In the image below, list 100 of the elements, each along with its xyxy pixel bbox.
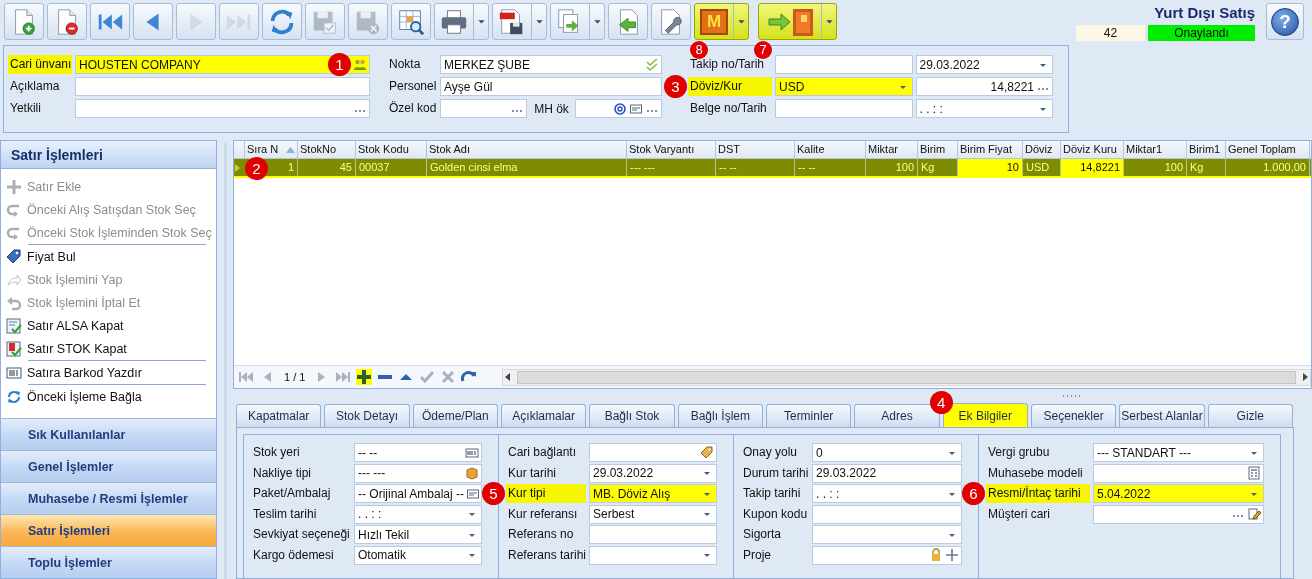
toolbar-button[interactable] <box>262 3 302 40</box>
input-field[interactable] <box>1093 463 1264 483</box>
action-item[interactable]: Satır ALSA Kapat <box>6 314 216 337</box>
dropdown-field[interactable]: 29.03.2022 <box>589 463 717 483</box>
tab[interactable]: Seçenekler <box>1030 404 1117 427</box>
input-field[interactable]: -- Orijinal Ambalaj -- <box>354 484 482 503</box>
input-field[interactable] <box>812 545 962 565</box>
dropdown-caret-icon[interactable] <box>534 17 544 26</box>
nav-group-button[interactable]: Sık Kullanılanlar <box>1 418 216 450</box>
tab[interactable]: Terminler <box>765 404 852 427</box>
box-icon[interactable] <box>465 466 479 480</box>
input-field[interactable]: HOUSTEN COMPANY 1 <box>75 55 370 74</box>
input-field[interactable] <box>440 99 528 118</box>
dropdown-caret-icon[interactable] <box>824 17 834 26</box>
column-header[interactable]: Genel Toplam <box>1226 141 1310 158</box>
nav-group-button[interactable]: Muhasebe / Resmi İşlemler <box>1 482 216 514</box>
input-field[interactable] <box>775 55 913 74</box>
toolbar-button[interactable] <box>47 3 87 40</box>
dropdown-field[interactable]: Hızlı Tekil <box>354 525 482 544</box>
dropdown-field[interactable]: . . : : <box>812 484 962 503</box>
card-icon[interactable] <box>466 486 481 501</box>
input-field[interactable]: MERKEZ ŞUBE <box>440 55 662 74</box>
card-icon[interactable] <box>629 101 643 116</box>
column-header[interactable]: Stok Adı <box>427 141 627 158</box>
tab[interactable]: Stok Detayı <box>324 404 410 427</box>
action-item[interactable]: Fiyat Bul <box>6 245 216 268</box>
input-field[interactable] <box>775 99 913 118</box>
dropdown-caret-icon[interactable] <box>736 17 746 26</box>
tab[interactable]: Kapatmalar <box>236 404 322 427</box>
column-header[interactable]: Miktar1 <box>1124 141 1187 158</box>
input-field[interactable]: 29.03.2022 <box>812 463 962 483</box>
toolbar-button[interactable] <box>4 3 44 40</box>
tag-icon[interactable] <box>700 445 714 460</box>
checkmark-icon[interactable] <box>645 57 659 72</box>
column-header[interactable]: Kalite <box>795 141 866 158</box>
dropdown-caret-icon[interactable] <box>592 17 602 26</box>
field-label: Müşteri cari <box>987 505 1051 523</box>
splitter-grip-icon[interactable] <box>1062 393 1082 398</box>
action-item[interactable]: Önceki İşleme Bağla <box>6 385 216 408</box>
input-field[interactable] <box>75 77 370 96</box>
column-header[interactable]: Birim1 <box>1187 141 1226 158</box>
column-header[interactable]: DST <box>716 141 795 158</box>
nav-group-button[interactable]: Toplu İşlemler <box>1 546 216 578</box>
tab[interactable]: Bağlı İşlem <box>677 404 763 427</box>
input-field[interactable] <box>574 99 662 118</box>
column-header[interactable]: Stok Varyantı <box>627 141 716 158</box>
column-header[interactable]: Birim <box>918 141 958 158</box>
scroll-right-icon[interactable] <box>1300 372 1310 382</box>
dropdown-field[interactable]: MB. Döviz Alış <box>589 484 717 503</box>
lock-icon[interactable] <box>929 548 943 562</box>
barcode-icon[interactable] <box>465 445 479 460</box>
dropdown-field[interactable]: Serbest <box>589 504 717 524</box>
toolbar-button[interactable] <box>758 3 837 40</box>
column-header[interactable]: Miktar <box>866 141 918 158</box>
dropdown-field[interactable]: 0 <box>812 443 962 462</box>
toolbar-button[interactable] <box>492 3 547 40</box>
input-field[interactable] <box>589 443 717 462</box>
calculator-icon[interactable] <box>1247 466 1261 480</box>
nav-group-button[interactable]: Satır İşlemleri <box>1 514 216 546</box>
input-field[interactable] <box>812 504 962 524</box>
pencil-icon[interactable] <box>1247 507 1261 521</box>
dropdown-field[interactable] <box>812 525 962 544</box>
toolbar-button[interactable] <box>434 3 489 40</box>
tab[interactable]: Açıklamalar <box>501 404 587 427</box>
tab[interactable]: Gizle <box>1207 404 1293 427</box>
tab[interactable]: Serbest Alanlar <box>1119 404 1205 427</box>
dropdown-caret-icon[interactable] <box>476 17 486 26</box>
input-field[interactable]: --- --- <box>354 463 482 483</box>
navigator-button[interactable] <box>356 369 373 385</box>
action-item[interactable]: Satıra Barkod Yazdır <box>6 361 216 384</box>
column-header[interactable]: Döviz <box>1023 141 1061 158</box>
column-header[interactable]: StokNo <box>298 141 356 158</box>
dropdown-field[interactable] <box>589 545 717 565</box>
tab[interactable]: Ödeme/Plan <box>412 404 498 427</box>
input-field[interactable]: 14,8221 <box>915 77 1053 96</box>
column-header[interactable]: Döviz Kuru <box>1061 141 1124 158</box>
column-header[interactable]: Birim Fiyat <box>958 141 1023 158</box>
dropdown-field[interactable]: . . : : <box>354 504 482 524</box>
input-field[interactable] <box>75 99 370 118</box>
dropdown-field[interactable]: 5.04.2022 <box>1093 484 1264 503</box>
dropdown-field[interactable]: . . : : <box>915 99 1053 118</box>
toolbar-button[interactable] <box>651 3 691 40</box>
dropdown-field[interactable]: 29.03.2022 <box>915 55 1053 74</box>
input-field[interactable]: Ayşe Gül <box>440 77 662 96</box>
dropdown-field[interactable]: Otomatik <box>354 545 482 565</box>
toolbar-button[interactable] <box>391 3 431 40</box>
people-icon[interactable] <box>353 57 367 72</box>
at-sign-icon[interactable] <box>613 101 627 116</box>
nav-group-button[interactable]: Genel İşlemler <box>1 450 216 482</box>
input-field[interactable] <box>589 525 717 544</box>
tab[interactable]: Bağlı Stok <box>589 404 675 427</box>
column-header[interactable]: Stok Kodu <box>356 141 427 158</box>
dropdown-field[interactable]: --- STANDART --- <box>1093 443 1264 462</box>
input-field[interactable]: -- -- <box>354 443 482 462</box>
action-item[interactable]: Satır STOK Kapat <box>6 337 216 360</box>
field-label: Sigorta <box>742 526 783 543</box>
horizontal-scrollbar[interactable] <box>502 368 1311 386</box>
plus-icon[interactable] <box>945 548 959 562</box>
input-field[interactable] <box>1093 504 1264 524</box>
dropdown-field[interactable]: USD <box>775 77 913 96</box>
